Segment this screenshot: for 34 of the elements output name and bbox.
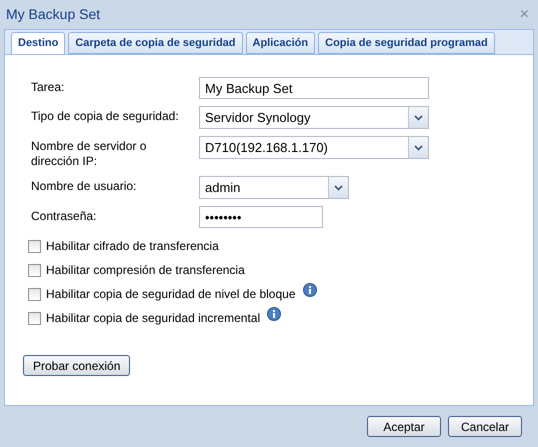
window-title: My Backup Set [6,5,100,24]
info-icon[interactable] [302,283,317,297]
dropdown-button[interactable] [408,137,428,158]
tab[interactable]: Copia de seguridad programad [318,32,495,54]
field-label: Tarea: [31,79,66,95]
info-icon[interactable] [267,307,282,321]
checkbox-label: Habilitar cifrado de transferencia [46,238,219,255]
dialog-button[interactable]: Cancelar [448,416,522,437]
checkbox[interactable] [28,240,41,252]
input-field[interactable]: My Backup Set [199,77,429,99]
dropdown-button[interactable] [328,177,348,198]
caret-icon [414,144,423,150]
dialog-button[interactable]: Aceptar [367,416,441,437]
checkbox[interactable] [28,312,41,324]
checkbox-label: Habilitar compresión de transferencia [46,262,245,279]
field-label: Contraseña: [31,208,98,224]
checkbox[interactable] [28,264,41,276]
tab[interactable]: Carpeta de copia de seguridad [68,32,242,54]
dropdown-button[interactable] [408,107,428,128]
tab[interactable]: Aplicación [246,32,316,54]
checkbox-label: Habilitar copia de seguridad de nivel de bloque [46,286,296,303]
checkbox-label: Habilitar copia de seguridad incremental [46,310,260,327]
caret-icon [414,114,423,120]
dropdown-field[interactable]: Servidor Synology [199,106,429,129]
field-label: Nombre de usuario: [31,178,138,194]
tab[interactable]: Destino [11,32,66,54]
dropdown-field[interactable]: admin [199,176,349,199]
dropdown-field[interactable]: D710(192.168.1.170) [199,136,429,159]
field-label: Nombre de servidor o dirección IP: [31,138,148,169]
password-field[interactable]: •••••••• [199,206,323,228]
field-label: Tipo de copia de seguridad: [31,108,180,124]
test-connection-button[interactable]: Probar conexión [23,355,130,376]
checkbox[interactable] [28,288,41,300]
caret-icon [334,184,343,190]
